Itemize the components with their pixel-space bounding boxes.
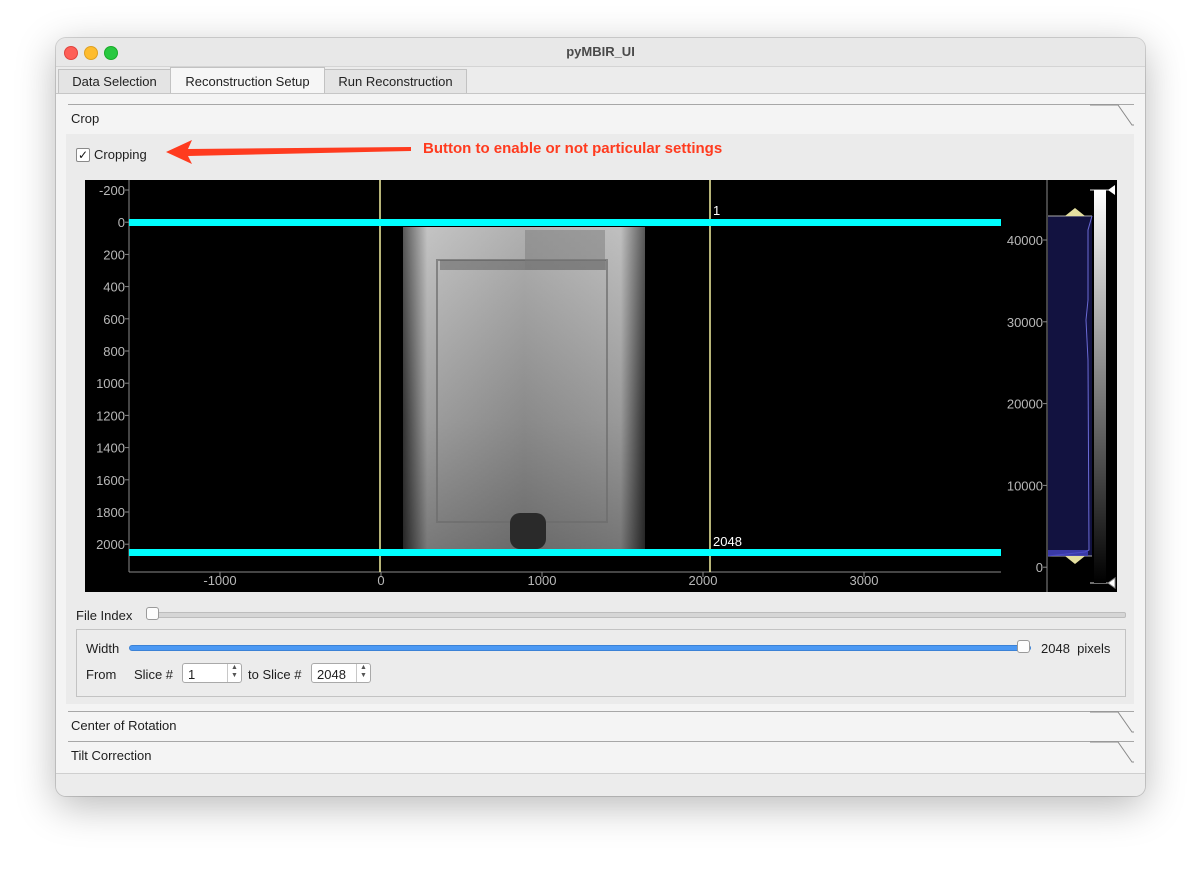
histogram-region[interactable]	[1048, 216, 1092, 556]
y-tick-label: 600	[103, 312, 125, 327]
x-tick-label: 0	[377, 573, 384, 588]
annotation-arrow-icon	[166, 140, 411, 164]
roi-top-line[interactable]	[129, 219, 1001, 226]
from-label: From	[86, 667, 117, 682]
collapse-corner-icon	[1090, 711, 1134, 733]
x-tick-label: -1000	[203, 573, 236, 588]
cropping-label: Cropping	[94, 147, 147, 162]
cropping-checkbox[interactable]: ✓	[76, 148, 90, 162]
tab-reconstruction-setup[interactable]: Reconstruction Setup	[170, 67, 325, 94]
tab-content: Crop ✓ Cropping Button to enable or not …	[56, 93, 1145, 774]
tilt-correction-title: Tilt Correction	[71, 748, 152, 763]
y-tick-label: 400	[103, 280, 125, 295]
width-unit: pixels	[1077, 641, 1111, 656]
width-slider[interactable]	[129, 645, 1031, 651]
colorbar[interactable]	[1094, 190, 1106, 583]
center-of-rotation-section-header[interactable]: Center of Rotation	[68, 711, 1134, 742]
y-tick-label: 800	[103, 344, 125, 359]
histogram-tick-label: 20000	[1007, 397, 1043, 412]
to-slice-value: 2048	[317, 667, 346, 682]
file-index-slider-handle[interactable]	[146, 607, 159, 620]
tilt-correction-section-header[interactable]: Tilt Correction	[68, 741, 1134, 772]
histogram-tick-label: 0	[1036, 560, 1043, 575]
width-label: Width	[86, 641, 120, 656]
y-tick-label: 1800	[96, 505, 125, 520]
from-slice-spinbox[interactable]: 1 ▲ ▼	[182, 663, 242, 683]
from-slice-stepper-icon[interactable]: ▲ ▼	[227, 664, 241, 682]
crop-section-title: Crop	[71, 111, 100, 126]
tab-data-selection[interactable]: Data Selection	[58, 69, 171, 93]
from-slice-value: 1	[188, 667, 196, 682]
slice-label: Slice #	[134, 667, 174, 682]
to-slice-spinbox[interactable]: 2048 ▲ ▼	[311, 663, 371, 683]
file-index-label: File Index	[76, 608, 133, 623]
crop-panel: ✓ Cropping Button to enable or not parti…	[66, 134, 1134, 704]
roi-bottom-label: 2048	[713, 534, 742, 549]
y-tick-label: 200	[103, 247, 125, 262]
annotation-text: Button to enable or not particular setti…	[423, 140, 723, 157]
roi-bottom-line[interactable]	[129, 549, 1001, 556]
window-title: pyMBIR_UI	[566, 44, 635, 59]
title-bar: pyMBIR_UI	[56, 38, 1145, 67]
to-slice-label: to Slice #	[248, 667, 302, 682]
y-tick-label: 0	[118, 215, 125, 230]
histogram-tick-label: 10000	[1007, 478, 1043, 493]
collapse-corner-icon	[1090, 741, 1134, 763]
status-bar	[56, 773, 1145, 796]
y-tick-label: 1600	[96, 473, 125, 488]
y-tick-label: -200	[99, 183, 125, 198]
x-tick-label: 2000	[689, 573, 718, 588]
tab-bar: Data Selection Reconstruction Setup Run …	[56, 67, 1145, 94]
width-group: Width 2048 pixels From Slice # 1 ▲ ▼ to S…	[76, 629, 1126, 697]
crop-section-header[interactable]: Crop	[68, 104, 1134, 135]
width-value-text: 2048 pixels	[1041, 641, 1110, 656]
image-view[interactable]: -200 0 200 400 600 800 1000 1200 1400 1600 1800 200…	[85, 180, 1117, 592]
histogram-tick-label: 40000	[1007, 233, 1043, 248]
x-tick-label: 3000	[850, 573, 879, 588]
main-window: pyMBIR_UI Data Selection Reconstruction …	[56, 38, 1145, 796]
to-slice-stepper-icon[interactable]: ▲ ▼	[356, 664, 370, 682]
x-tick-label: 1000	[528, 573, 557, 588]
y-tick-label: 1200	[96, 408, 125, 423]
tab-run-reconstruction[interactable]: Run Reconstruction	[324, 69, 467, 93]
center-of-rotation-title: Center of Rotation	[71, 718, 177, 733]
histogram-tick-label: 30000	[1007, 315, 1043, 330]
roi-top-label: 1	[713, 203, 720, 218]
y-tick-label: 1400	[96, 441, 125, 456]
y-tick-label: 1000	[96, 376, 125, 391]
image-plot: -200 0 200 400 600 800 1000 1200 1400 1600 1800 200…	[96, 180, 1116, 592]
width-value: 2048	[1041, 641, 1070, 656]
width-slider-handle[interactable]	[1017, 640, 1030, 653]
file-index-slider[interactable]	[146, 612, 1126, 618]
collapse-corner-icon	[1090, 104, 1134, 126]
y-tick-label: 2000	[96, 537, 125, 552]
